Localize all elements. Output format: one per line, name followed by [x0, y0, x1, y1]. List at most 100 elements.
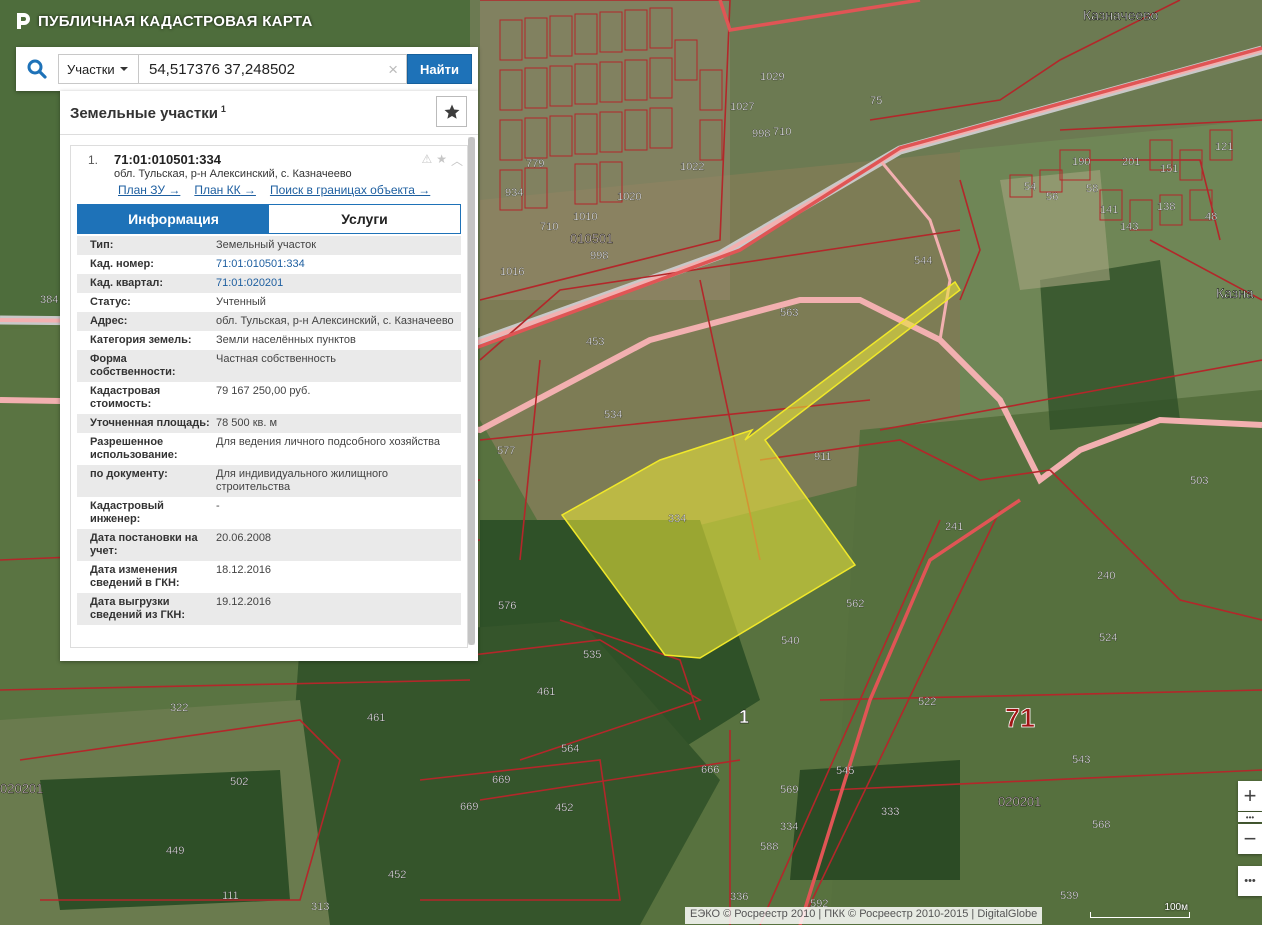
search-input[interactable]: 54,517376 37,248502 × — [138, 54, 407, 84]
tab-services[interactable]: Услуги — [269, 205, 460, 233]
property-value: 79 167 250,00 руб. — [216, 385, 311, 397]
more-button[interactable]: ••• — [1238, 866, 1262, 896]
property-row: Кад. квартал: 71:01:020201 — [77, 274, 461, 293]
zoom-out-button[interactable]: − — [1238, 824, 1262, 854]
map-attribution: ЕЭКО © Росреестр 2010 | ПКК © Росреестр … — [685, 907, 1043, 924]
svg-text:534: 534 — [604, 409, 622, 421]
svg-text:121: 121 — [1215, 141, 1233, 153]
svg-text:111: 111 — [222, 890, 239, 902]
svg-text:540: 540 — [781, 635, 799, 647]
svg-text:141: 141 — [1100, 204, 1118, 216]
parcel-links: План ЗУ → План КК → Поиск в границах объ… — [118, 183, 430, 197]
parcel-card: 1. 71:01:010501:334 обл. Тульская, р-н А… — [70, 145, 468, 648]
caret-down-icon — [119, 67, 128, 71]
search-icon[interactable] — [16, 47, 58, 91]
panel-title: Земельные участки 1 — [70, 103, 226, 122]
chevron-up-icon[interactable]: ︿ — [451, 152, 463, 169]
item-index: 1. — [88, 153, 99, 167]
search-query-text: 54,517376 37,248502 — [149, 60, 295, 78]
property-key: Кад. квартал: — [90, 277, 164, 289]
svg-text:543: 543 — [1072, 754, 1090, 766]
svg-text:569: 569 — [780, 784, 798, 796]
property-row: Адрес: обл. Тульская, р-н Алексинский, с.… — [77, 312, 461, 331]
properties-table: Тип: Земельный участок Кад. номер: 71:01:01… — [77, 236, 461, 625]
svg-text:241: 241 — [945, 521, 963, 533]
svg-text:1029: 1029 — [760, 71, 784, 83]
svg-text:240: 240 — [1097, 570, 1115, 582]
panel-header: Земельные участки 1 — [60, 91, 478, 135]
property-key: Тип: — [90, 239, 114, 251]
scrollbar-thumb[interactable] — [468, 137, 475, 645]
svg-text:669: 669 — [492, 774, 510, 786]
parcel-number: 71:01:010501:334 — [114, 152, 221, 167]
svg-text:577: 577 — [497, 445, 515, 457]
svg-text:545: 545 — [836, 765, 854, 777]
tab-info[interactable]: Информация — [78, 205, 269, 233]
plan-kk-link[interactable]: План КК → — [194, 183, 256, 197]
svg-text:322: 322 — [170, 702, 188, 714]
svg-text:010501: 010501 — [570, 231, 613, 246]
property-value: 20.06.2008 — [216, 532, 272, 544]
svg-text:190: 190 — [1072, 156, 1090, 168]
item-tools: ⚠ ★ ︿ — [421, 152, 463, 169]
property-row: Кадастровый инженер: - — [77, 497, 461, 529]
property-key: Кадастровая стоимость: — [90, 385, 161, 410]
logo-icon — [17, 13, 30, 29]
property-key: Уточненная площадь: — [90, 417, 210, 429]
svg-text:143: 143 — [1120, 221, 1138, 233]
svg-text:138: 138 — [1157, 201, 1175, 213]
scale-line — [1090, 912, 1190, 918]
property-value: 78 500 кв. м — [216, 417, 278, 429]
property-key: Категория земель: — [90, 334, 192, 346]
svg-text:1010: 1010 — [573, 211, 597, 223]
property-key: Разрешенное использование: — [90, 436, 178, 461]
svg-text:1027: 1027 — [730, 101, 754, 113]
property-key: Статус: — [90, 296, 131, 308]
search-in-bounds-link[interactable]: Поиск в границах объекта → — [270, 183, 430, 197]
scale-bar: 100м — [1090, 902, 1190, 922]
svg-text:71: 71 — [1005, 703, 1035, 733]
property-value[interactable]: 71:01:020201 — [216, 277, 461, 290]
property-key: по документу: — [90, 468, 168, 480]
property-row: по документу: Для индивидуального жилищно… — [77, 465, 461, 497]
property-key: Кад. номер: — [90, 258, 154, 270]
property-row: Категория земель: Земли населённых пункто… — [77, 331, 461, 350]
svg-text:020201: 020201 — [0, 781, 43, 796]
parcel-card-header[interactable]: 1. 71:01:010501:334 обл. Тульская, р-н А… — [71, 146, 467, 198]
find-button[interactable]: Найти — [407, 54, 472, 84]
app-brand: ПУБЛИЧНАЯ КАДАСТРОВАЯ КАРТА — [14, 10, 313, 32]
parcel-address: обл. Тульская, р-н Алексинский, с. Казна… — [114, 168, 352, 180]
svg-text:54: 54 — [1024, 181, 1036, 193]
favorites-button[interactable] — [436, 96, 467, 127]
svg-text:544: 544 — [914, 255, 932, 267]
svg-text:334: 334 — [780, 821, 798, 833]
svg-text:384: 384 — [40, 294, 58, 306]
property-key: Кадастровый инженер: — [90, 500, 164, 525]
property-value: Частная собственность — [216, 353, 337, 365]
property-row: Статус: Учтенный — [77, 293, 461, 312]
warning-icon[interactable]: ⚠ — [421, 152, 432, 169]
plan-zu-link[interactable]: План ЗУ → — [118, 183, 180, 197]
svg-text:539: 539 — [1060, 890, 1078, 902]
svg-text:564: 564 — [561, 743, 579, 755]
property-value: - — [216, 500, 220, 512]
star-outline-icon[interactable]: ★ — [436, 152, 447, 169]
svg-text:710: 710 — [540, 221, 558, 233]
property-key: Дата изменения сведений в ГКН: — [90, 564, 180, 589]
svg-text:576: 576 — [498, 600, 516, 612]
svg-text:56: 56 — [1046, 191, 1058, 203]
svg-text:Казначеево: Казначеево — [1083, 7, 1159, 23]
zoom-in-button[interactable]: + — [1238, 781, 1262, 811]
result-count: 1 — [220, 103, 226, 114]
search-type-select[interactable]: Участки — [58, 54, 138, 84]
property-value: Земли населённых пунктов — [216, 334, 356, 346]
svg-text:710: 710 — [773, 126, 791, 138]
svg-text:452: 452 — [555, 802, 573, 814]
panel-scrollbar[interactable] — [468, 137, 475, 645]
svg-text:020201: 020201 — [998, 794, 1041, 809]
star-icon — [444, 104, 459, 119]
property-row: Тип: Земельный участок — [77, 236, 461, 255]
property-value[interactable]: 71:01:010501:334 — [216, 258, 461, 271]
svg-text:336: 336 — [730, 891, 748, 903]
clear-icon[interactable]: × — [388, 60, 398, 80]
